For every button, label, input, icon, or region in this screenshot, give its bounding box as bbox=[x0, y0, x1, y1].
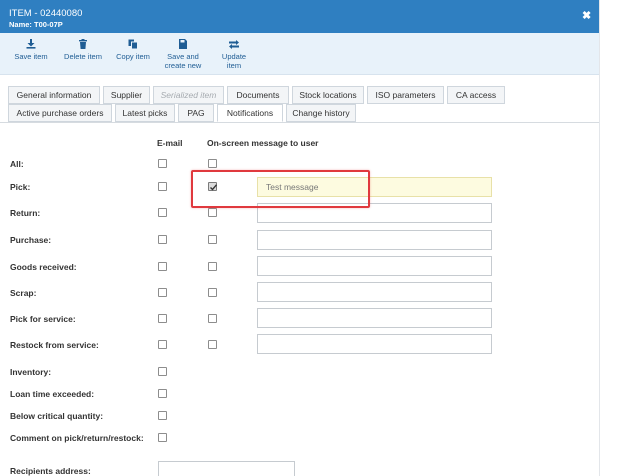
onscreen-checkbox-purchase[interactable] bbox=[208, 235, 217, 244]
onscreen-checkbox-all[interactable] bbox=[208, 159, 217, 168]
close-icon[interactable]: ✖ bbox=[582, 11, 591, 22]
row-label-comment: Comment on pick/return/restock: bbox=[10, 433, 144, 443]
tab-notifications[interactable]: Notifications bbox=[217, 104, 283, 122]
row-label-inventory: Inventory: bbox=[10, 367, 52, 377]
message-input-purchase[interactable] bbox=[257, 230, 492, 250]
tab-latest-picks[interactable]: Latest picks bbox=[115, 104, 175, 122]
tab-active-purchase-orders[interactable]: Active purchase orders bbox=[8, 104, 112, 122]
tab-stock-locations[interactable]: Stock locations bbox=[292, 86, 364, 104]
onscreen-checkbox-pick-for-service[interactable] bbox=[208, 314, 217, 323]
message-input-restock-from-service[interactable] bbox=[257, 334, 492, 354]
email-checkbox-below-critical-quantity[interactable] bbox=[158, 411, 167, 420]
save-and-create-new-button[interactable]: Save and create new bbox=[162, 39, 204, 70]
dialog-title: ITEM - 02440080 bbox=[9, 8, 83, 19]
email-checkbox-purchase[interactable] bbox=[158, 235, 167, 244]
copy-item-button[interactable]: Copy item bbox=[114, 39, 152, 61]
email-checkbox-inventory[interactable] bbox=[158, 367, 167, 376]
row-label-below-critical-quantity: Below critical quantity: bbox=[10, 411, 104, 421]
save-new-icon bbox=[179, 39, 187, 49]
tab-change-history[interactable]: Change history bbox=[286, 104, 356, 122]
save-icon bbox=[26, 39, 36, 49]
recipients-label: Recipients address: bbox=[10, 466, 91, 476]
column-header-onscreen: On-screen message to user bbox=[207, 138, 319, 148]
email-checkbox-loan-time-exceeded[interactable] bbox=[158, 389, 167, 398]
row-label-scrap: Scrap: bbox=[10, 288, 37, 298]
onscreen-checkbox-pick[interactable] bbox=[208, 182, 218, 191]
email-checkbox-scrap[interactable] bbox=[158, 288, 167, 297]
tab-general-information[interactable]: General information bbox=[8, 86, 100, 104]
message-input-return[interactable] bbox=[257, 203, 492, 223]
item-dialog: ITEM - 02440080 Name: T00-07P ✖ Save ite… bbox=[0, 0, 600, 476]
tab-iso-parameters[interactable]: ISO parameters bbox=[367, 86, 444, 104]
tab-supplier[interactable]: Supplier bbox=[103, 86, 150, 104]
copy-icon bbox=[128, 39, 138, 49]
save-item-button[interactable]: Save item bbox=[13, 39, 49, 61]
onscreen-checkbox-return[interactable] bbox=[208, 208, 217, 217]
update-item-button[interactable]: Update item bbox=[214, 39, 254, 70]
message-input-pick[interactable] bbox=[257, 177, 492, 197]
onscreen-checkbox-restock-from-service[interactable] bbox=[208, 340, 217, 349]
arrows-exchange-icon bbox=[229, 40, 239, 49]
email-checkbox-return[interactable] bbox=[158, 208, 167, 217]
recipients-address-input[interactable] bbox=[158, 461, 295, 476]
email-checkbox-goods-received[interactable] bbox=[158, 262, 167, 271]
email-checkbox-restock-from-service[interactable] bbox=[158, 340, 167, 349]
row-label-loan-time-exceeded: Loan time exceeded: bbox=[10, 389, 95, 399]
trash-icon bbox=[79, 39, 87, 49]
tab-documents[interactable]: Documents bbox=[227, 86, 289, 104]
message-input-pick-for-service[interactable] bbox=[257, 308, 492, 328]
dialog-subtitle: Name: T00-07P bbox=[9, 20, 63, 29]
tab-divider bbox=[0, 122, 599, 123]
row-label-all: All: bbox=[10, 159, 24, 169]
column-header-email: E-mail bbox=[157, 138, 183, 148]
onscreen-checkbox-scrap[interactable] bbox=[208, 288, 217, 297]
row-label-restock-from-service: Restock from service: bbox=[10, 340, 99, 350]
delete-item-button[interactable]: Delete item bbox=[62, 39, 104, 61]
row-label-purchase: Purchase: bbox=[10, 235, 52, 245]
email-checkbox-comment[interactable] bbox=[158, 433, 167, 442]
email-checkbox-pick[interactable] bbox=[158, 182, 167, 191]
email-checkbox-all[interactable] bbox=[158, 159, 167, 168]
row-label-pick-for-service: Pick for service: bbox=[10, 314, 76, 324]
row-label-goods-received: Goods received: bbox=[10, 262, 77, 272]
dialog-titlebar: ITEM - 02440080 Name: T00-07P ✖ bbox=[0, 0, 599, 33]
message-input-goods-received[interactable] bbox=[257, 256, 492, 276]
tab-pag[interactable]: PAG bbox=[178, 104, 214, 122]
onscreen-checkbox-goods-received[interactable] bbox=[208, 262, 217, 271]
message-input-scrap[interactable] bbox=[257, 282, 492, 302]
email-checkbox-pick-for-service[interactable] bbox=[158, 314, 167, 323]
tab-serialized-item: Serialized item bbox=[153, 86, 224, 104]
tab-ca-access[interactable]: CA access bbox=[447, 86, 505, 104]
row-label-return: Return: bbox=[10, 208, 41, 218]
checkmark-icon bbox=[210, 184, 218, 191]
row-label-pick: Pick: bbox=[10, 182, 31, 192]
toolbar: Save item Delete item Copy item Save and… bbox=[0, 33, 599, 75]
